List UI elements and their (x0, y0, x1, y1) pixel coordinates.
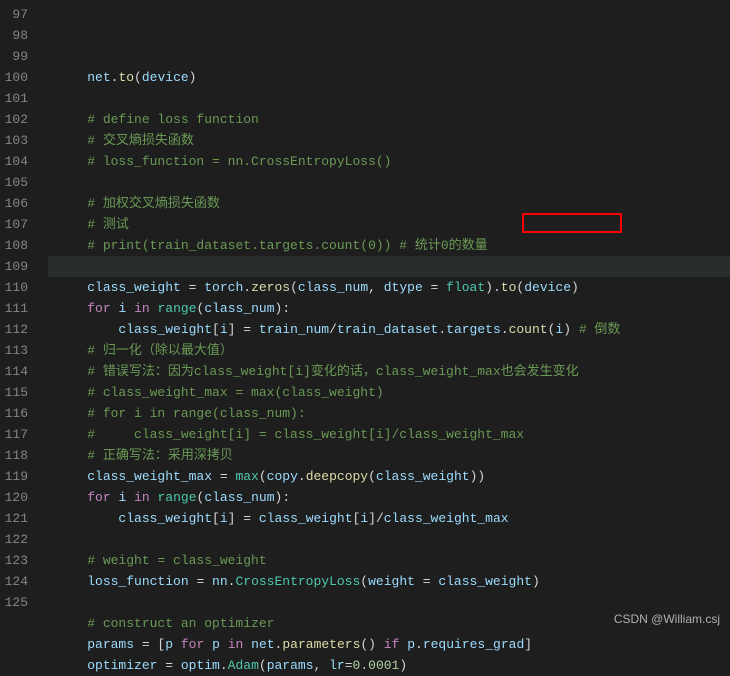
code-line[interactable]: # class_weight_max = max(class_weight) (48, 382, 730, 403)
line-number: 107 (0, 214, 40, 235)
code-line[interactable]: class_weight[i] = train_num/train_datase… (48, 319, 730, 340)
code-line[interactable]: optimizer = optim.Adam(params, lr=0.0001… (48, 655, 730, 676)
line-number: 108 (0, 235, 40, 256)
line-number: 113 (0, 340, 40, 361)
code-line[interactable]: # 交叉熵损失函数 (48, 130, 730, 151)
line-number: 97 (0, 4, 40, 25)
code-line[interactable]: # class_weight[i] = class_weight[i]/clas… (48, 424, 730, 445)
code-line[interactable]: for i in range(class_num): (48, 298, 730, 319)
line-number: 106 (0, 193, 40, 214)
code-line[interactable]: # 归一化（除以最大值） (48, 340, 730, 361)
code-editor[interactable]: 9798991001011021031041051061071081091101… (0, 0, 730, 636)
line-number: 110 (0, 277, 40, 298)
line-number: 99 (0, 46, 40, 67)
code-line[interactable]: # loss_function = nn.CrossEntropyLoss() (48, 151, 730, 172)
code-line[interactable] (48, 529, 730, 550)
code-line[interactable] (48, 256, 730, 277)
line-number: 109 (0, 256, 40, 277)
code-line[interactable]: loss_function = nn.CrossEntropyLoss(weig… (48, 571, 730, 592)
line-number: 123 (0, 550, 40, 571)
line-number: 117 (0, 424, 40, 445)
line-number: 105 (0, 172, 40, 193)
code-area[interactable]: net.to(device) # define loss function # … (48, 0, 730, 636)
line-number: 98 (0, 25, 40, 46)
line-number: 101 (0, 88, 40, 109)
line-number: 118 (0, 445, 40, 466)
line-number: 124 (0, 571, 40, 592)
code-line[interactable]: params = [p for p in net.parameters() if… (48, 634, 730, 655)
code-line[interactable]: class_weight[i] = class_weight[i]/class_… (48, 508, 730, 529)
code-line[interactable]: # weight = class_weight (48, 550, 730, 571)
line-number: 102 (0, 109, 40, 130)
line-gutter: 9798991001011021031041051061071081091101… (0, 0, 48, 636)
code-line[interactable]: for i in range(class_num): (48, 487, 730, 508)
line-number: 116 (0, 403, 40, 424)
code-line[interactable]: # 测试 (48, 214, 730, 235)
code-line[interactable]: # 错误写法：因为class_weight[i]变化的话，class_weigh… (48, 361, 730, 382)
line-number: 100 (0, 67, 40, 88)
code-line[interactable]: # 加权交叉熵损失函数 (48, 193, 730, 214)
code-line[interactable] (48, 88, 730, 109)
line-number: 119 (0, 466, 40, 487)
line-number: 114 (0, 361, 40, 382)
code-line[interactable] (48, 172, 730, 193)
line-number: 120 (0, 487, 40, 508)
code-line[interactable]: # 正确写法：采用深拷贝 (48, 445, 730, 466)
code-line[interactable]: class_weight = torch.zeros(class_num, dt… (48, 277, 730, 298)
line-number: 115 (0, 382, 40, 403)
line-number: 122 (0, 529, 40, 550)
line-number: 104 (0, 151, 40, 172)
line-number: 121 (0, 508, 40, 529)
code-line[interactable]: # define loss function (48, 109, 730, 130)
line-number: 111 (0, 298, 40, 319)
code-line[interactable]: # print(train_dataset.targets.count(0)) … (48, 235, 730, 256)
code-line[interactable]: # for i in range(class_num): (48, 403, 730, 424)
code-line[interactable]: class_weight_max = max(copy.deepcopy(cla… (48, 466, 730, 487)
line-number: 103 (0, 130, 40, 151)
code-line[interactable]: net.to(device) (48, 67, 730, 88)
line-number: 125 (0, 592, 40, 613)
line-number: 112 (0, 319, 40, 340)
watermark: CSDN @William.csj (614, 609, 720, 630)
